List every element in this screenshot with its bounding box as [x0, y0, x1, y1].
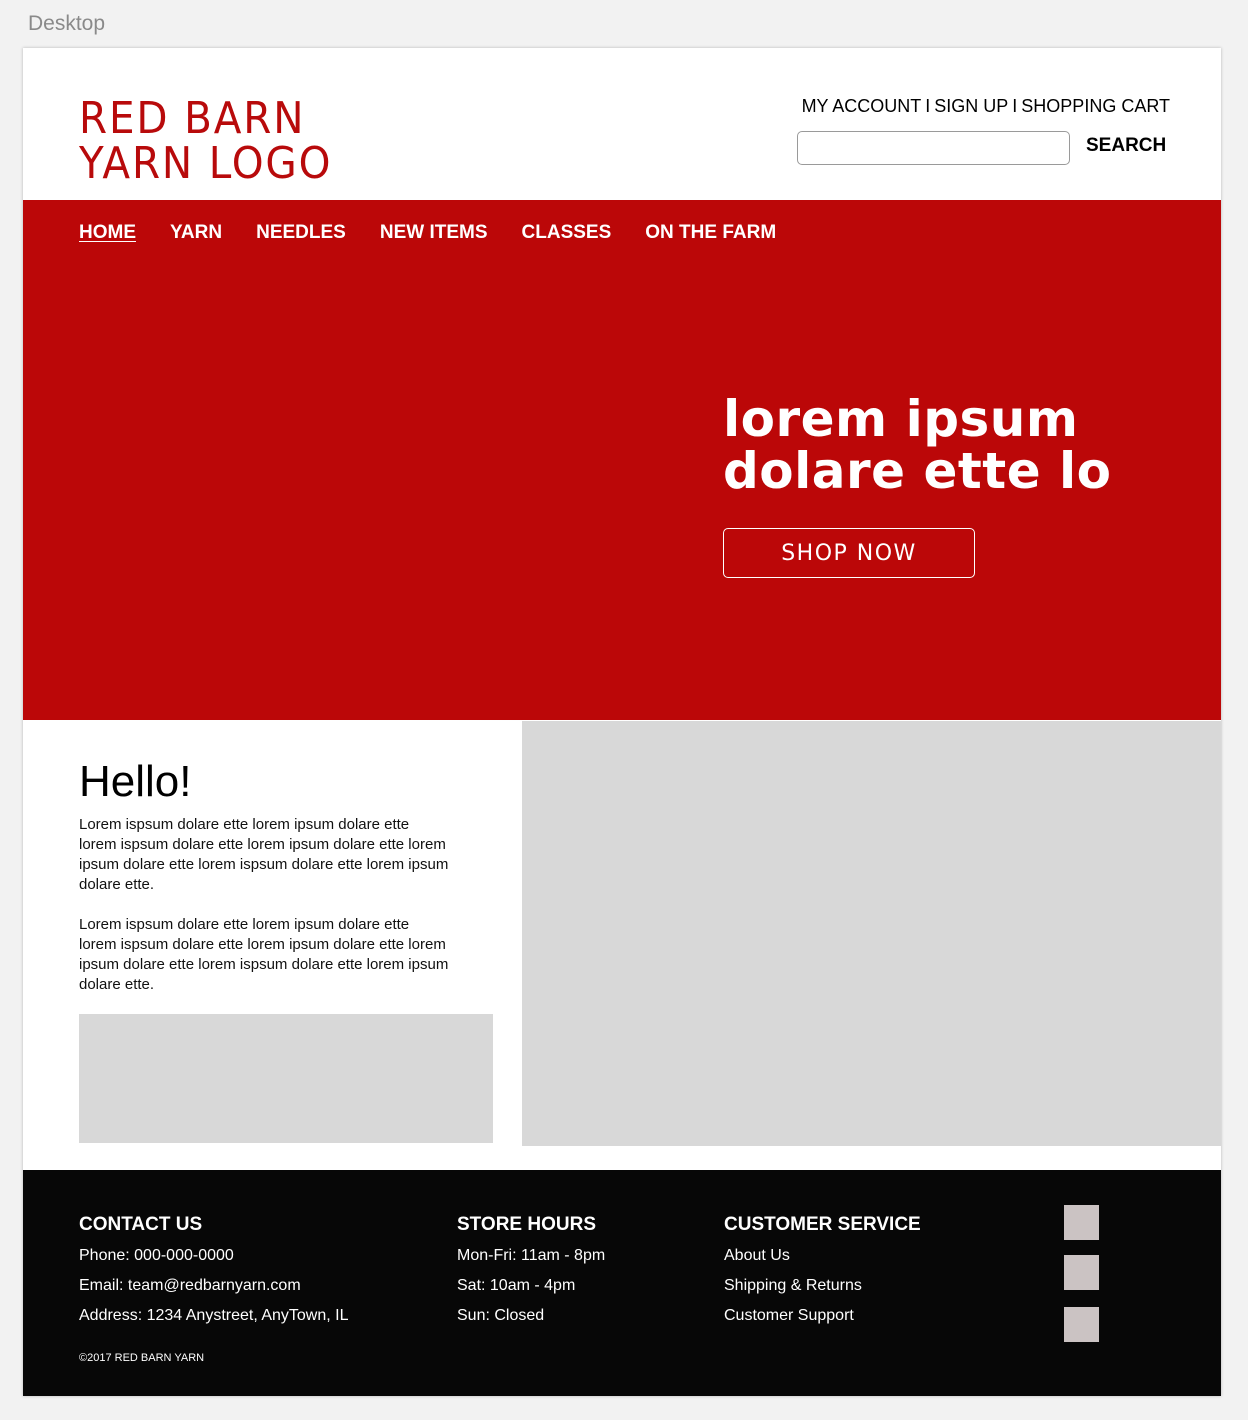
nav-item-yarn[interactable]: YARN	[170, 222, 222, 244]
nav-item-needles[interactable]: NEEDLES	[256, 222, 346, 244]
link-separator: I	[925, 96, 931, 116]
logo-line-2: YARN LOGO	[79, 138, 333, 189]
hero-headline: lorem ipsum dolare ette lo	[723, 393, 1112, 497]
shop-now-button[interactable]: SHOP NOW	[723, 528, 975, 578]
account-links: MY ACCOUNT I SIGN UP I SHOPPING CART	[802, 96, 1170, 117]
footer-store-hours: STORE HOURS Mon-Fri: 11am - 8pm Sat: 10a…	[457, 1213, 605, 1331]
my-account-link[interactable]: MY ACCOUNT	[802, 96, 922, 116]
main-nav: HOME YARN NEEDLES NEW ITEMS CLASSES ON T…	[79, 222, 810, 244]
footer-link-customer-support[interactable]: Customer Support	[724, 1301, 921, 1331]
nav-item-new-items[interactable]: NEW ITEMS	[380, 222, 488, 244]
feature-image-placeholder	[522, 721, 1221, 1146]
footer-contact: CONTACT US Phone: 000-000-0000 Email: te…	[79, 1213, 349, 1331]
social-icon-placeholder[interactable]	[1064, 1307, 1099, 1342]
site-footer: CONTACT US Phone: 000-000-0000 Email: te…	[23, 1170, 1221, 1396]
site-logo[interactable]: RED BARN YARN LOGO	[79, 96, 332, 186]
nav-item-on-the-farm[interactable]: ON THE FARM	[645, 222, 776, 244]
footer-link-about-us[interactable]: About Us	[724, 1241, 921, 1271]
social-icon-placeholder[interactable]	[1064, 1255, 1099, 1290]
hero-headline-line-2: dolare ette lo	[723, 442, 1112, 500]
hero-banner: HOME YARN NEEDLES NEW ITEMS CLASSES ON T…	[23, 200, 1221, 720]
social-icon-placeholder[interactable]	[1064, 1205, 1099, 1240]
footer-phone: Phone: 000-000-0000	[79, 1247, 234, 1264]
intro-image-placeholder	[79, 1014, 493, 1143]
logo-line-1: RED BARN	[79, 93, 306, 144]
nav-item-home[interactable]: HOME	[79, 222, 136, 244]
footer-customer-service: CUSTOMER SERVICE About Us Shipping & Ret…	[724, 1213, 921, 1331]
footer-email[interactable]: Email: team@redbarnyarn.com	[79, 1271, 349, 1301]
footer-hours-line: Mon-Fri: 11am - 8pm	[457, 1247, 606, 1264]
footer-service-heading: CUSTOMER SERVICE	[724, 1214, 921, 1235]
footer-hours-heading: STORE HOURS	[457, 1214, 597, 1235]
intro-title: Hello!	[79, 757, 192, 806]
footer-address: Address: 1234 Anystreet, AnyTown, IL	[79, 1307, 349, 1324]
artboard-label: Desktop	[28, 12, 106, 35]
intro-paragraph-2: Lorem ispsum dolare ette lorem ipsum dol…	[79, 916, 449, 993]
footer-contact-heading: CONTACT US	[79, 1214, 203, 1235]
hero-headline-line-1: lorem ipsum	[723, 390, 1079, 448]
intro-paragraph-1: Lorem ispsum dolare ette lorem ipsum dol…	[79, 816, 449, 893]
search-button[interactable]: SEARCH	[1086, 135, 1166, 157]
nav-item-classes[interactable]: CLASSES	[522, 222, 612, 244]
page-artboard: RED BARN YARN LOGO MY ACCOUNT I SIGN UP I SH…	[23, 48, 1221, 1396]
shopping-cart-link[interactable]: SHOPPING CART	[1021, 96, 1170, 116]
footer-hours-line: Sat: 10am - 4pm	[457, 1277, 576, 1294]
sign-up-link[interactable]: SIGN UP	[934, 96, 1008, 116]
footer-copyright: ©2017 RED BARN YARN	[79, 1352, 205, 1364]
link-separator: I	[1012, 96, 1018, 116]
search-input[interactable]	[797, 131, 1070, 165]
footer-link-shipping-returns[interactable]: Shipping & Returns	[724, 1271, 921, 1301]
footer-hours-line: Sun: Closed	[457, 1307, 545, 1324]
